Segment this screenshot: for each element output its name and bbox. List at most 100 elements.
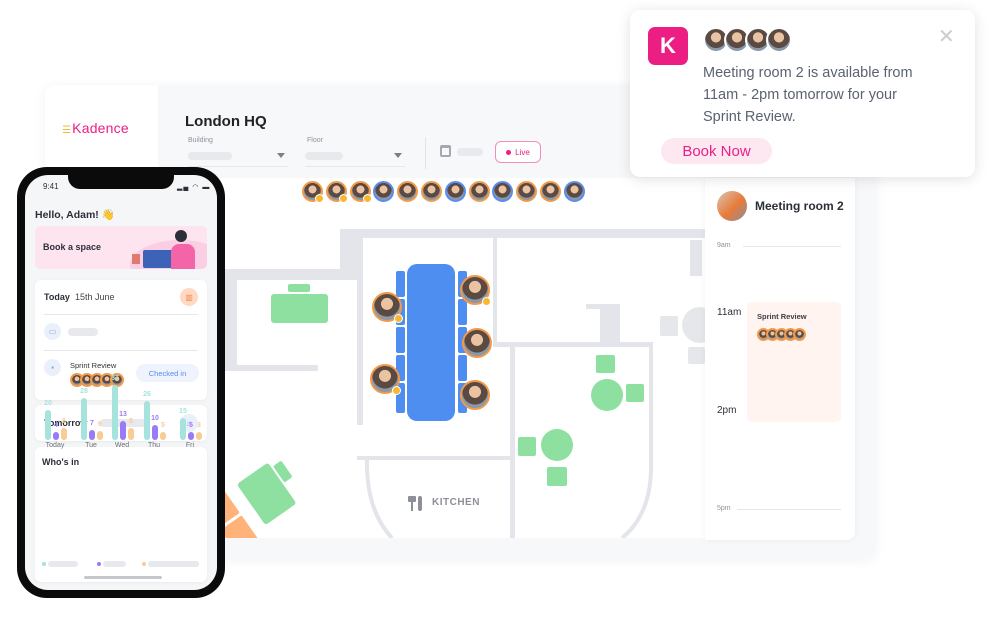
book-space-card[interactable]: Book a space [35, 226, 207, 269]
home-indicator[interactable] [84, 576, 162, 579]
star-icon [392, 386, 401, 395]
star-icon [338, 194, 348, 203]
whos-in-card: Who's in 20 4 8 Today 28 7 6 Tue 37 13 8 Wed 26 10 5 Th… [35, 375, 207, 582]
live-button[interactable]: Live [495, 141, 541, 163]
fork-knife-icon [408, 496, 422, 511]
bar [196, 432, 202, 440]
category-label: Wed [114, 442, 130, 449]
kitchen-label: KITCHEN [432, 497, 480, 508]
bar [97, 431, 103, 440]
avatar[interactable] [766, 27, 792, 53]
bar-value-label: 6 [98, 421, 102, 428]
avatar[interactable] [302, 181, 324, 203]
bar-value-label: 37 [111, 374, 119, 382]
bar-value-label: 28 [80, 388, 88, 395]
floor-select[interactable] [305, 149, 405, 167]
kadence-logo: ☰Kadence [62, 120, 129, 136]
bar-value-label: 13 [119, 410, 127, 418]
avatar[interactable] [444, 181, 466, 202]
live-label: Live [515, 147, 530, 157]
star-icon [482, 297, 491, 306]
floor-plan[interactable]: KITCHEN [198, 207, 718, 559]
desk-chair [288, 284, 310, 292]
book-space-label: Book a space [43, 242, 102, 252]
avatar[interactable] [462, 328, 492, 358]
avatar[interactable] [540, 181, 561, 202]
round-table [591, 379, 623, 411]
calendar-icon[interactable] [440, 145, 451, 157]
chevron-down-icon [394, 153, 402, 158]
bar-value-label: 10 [151, 415, 159, 422]
bar-value-label: 26 [143, 391, 151, 398]
round-table [541, 429, 573, 461]
meeting-title: Sprint Review [70, 361, 117, 370]
meeting-room-table [396, 264, 467, 421]
today-date: 15th June [75, 292, 115, 302]
bar [160, 432, 166, 440]
bar [53, 432, 59, 440]
legend-dot [97, 562, 101, 566]
person-illustration [171, 244, 195, 269]
plant-icon [132, 254, 140, 264]
sprint-review-event[interactable]: Sprint Review [747, 302, 841, 422]
avatar[interactable] [370, 364, 401, 395]
status-clock: 9:41 [43, 182, 59, 191]
avatar[interactable] [460, 380, 490, 410]
room-photo [717, 191, 747, 221]
desk-monitor-icon: ▭ [44, 323, 61, 340]
time-5pm: 5pm [717, 505, 731, 512]
divider [425, 137, 426, 169]
category-label: Today [45, 442, 65, 449]
close-x-icon[interactable]: ✕ [938, 24, 955, 49]
bar [61, 428, 67, 440]
bar-value-label: 15 [179, 407, 187, 415]
event-title: Sprint Review [757, 312, 807, 321]
category-label: Thu [147, 442, 161, 449]
notification-attendees [703, 27, 793, 53]
room-name: Meeting room 2 [755, 199, 844, 213]
phone-notch [68, 175, 174, 189]
bar-value-label: 5 [161, 422, 165, 429]
star-icon [362, 194, 372, 203]
star-icon [315, 194, 324, 203]
chevron-down-icon [277, 153, 285, 158]
avatar[interactable] [349, 181, 372, 203]
office-icon: ▥ [180, 288, 198, 306]
avatar[interactable] [397, 181, 419, 202]
page-title: London HQ [185, 113, 267, 130]
notification-message: Meeting room 2 is available from 11am - … [703, 65, 913, 125]
live-dot-icon [506, 149, 512, 155]
avatar[interactable] [468, 181, 490, 202]
checked-in-badge[interactable]: Checked in [136, 364, 199, 382]
bar-value-label: 8 [62, 418, 66, 425]
today-card: Today 15th June ▥ ▭ ▪ Sprint Review Chec… [35, 280, 207, 400]
avatar[interactable] [325, 181, 348, 203]
legend-dot [42, 562, 46, 566]
avatar[interactable] [563, 181, 585, 202]
avatar[interactable] [793, 328, 806, 341]
avatar[interactable] [460, 275, 491, 306]
avatar[interactable] [516, 181, 538, 202]
category-label: Fri [185, 442, 195, 449]
kadence-k-logo: K [648, 27, 688, 65]
book-now-button[interactable]: Book Now [661, 138, 772, 164]
building-select[interactable] [188, 149, 288, 167]
bar-value-label: 8 [129, 418, 133, 425]
star-icon [394, 314, 403, 323]
floor-label: Floor [307, 137, 323, 144]
avatar[interactable] [372, 292, 403, 323]
bar [128, 428, 134, 440]
bar-value-label: 3 [197, 422, 201, 429]
avatar[interactable] [492, 181, 514, 202]
bar [89, 429, 95, 440]
date-pill[interactable] [457, 148, 483, 156]
avatar[interactable] [421, 181, 442, 202]
avatar[interactable] [373, 181, 395, 202]
time-2pm: 2pm [717, 405, 737, 416]
desk [271, 294, 328, 323]
unavailable-furniture [660, 307, 718, 364]
building-label: Building [188, 137, 213, 144]
attendee-strip [158, 178, 705, 207]
category-label: Tue [85, 442, 97, 449]
logo-text: Kadence [72, 120, 129, 136]
